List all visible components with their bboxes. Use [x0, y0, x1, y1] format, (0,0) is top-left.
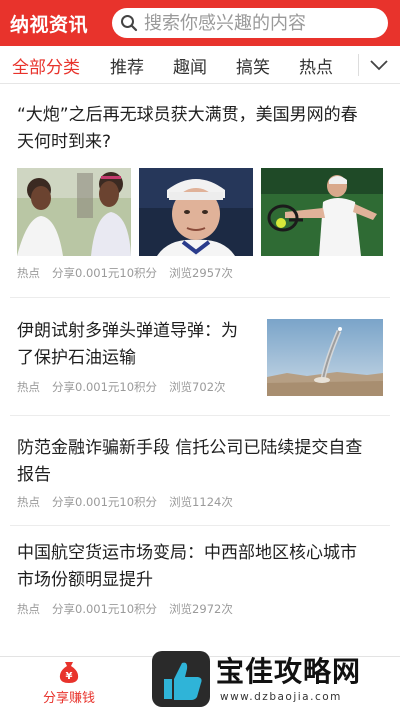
share-earn-label: 分享赚钱 — [42, 691, 95, 706]
article-views: 浏览2957次 — [169, 266, 233, 280]
article-item[interactable]: 防范金融诈骗新手段 信托公司已陆续提交自查 报告 热点 分享0.001元10积分浏… — [0, 416, 400, 526]
share-earn-tab[interactable]: ¥ 分享赚钱 — [30, 659, 108, 706]
article-meta: 热点 分享0.001元10积分 浏览702次 — [17, 379, 238, 395]
article-image-players — [17, 168, 131, 256]
tab-fun-news[interactable]: 趣闻 — [173, 53, 207, 78]
article-image-player-portrait — [139, 168, 253, 256]
article-share-reward: 分享0.001元10积分 — [52, 266, 158, 280]
article-item[interactable]: 中国航空货运市场变局：中西部地区核心城市 市场份额明显提升 热点 分享0.001元… — [0, 526, 400, 638]
money-bag-icon: ¥ — [59, 662, 79, 683]
search-box[interactable] — [112, 8, 388, 38]
article-image-forehand — [261, 168, 383, 256]
tab-divider — [358, 54, 359, 76]
article-views: 浏览702次 — [169, 380, 226, 394]
article-item[interactable]: 伊朗试射多弹头弹道导弹：为 了保护石油运输 热点 分享0.001元10积分 浏览70… — [0, 298, 400, 416]
article-share-reward: 分享0.001元10积分 — [52, 602, 158, 616]
article-title[interactable]: 中国航空货运市场变局：中西部地区核心城市 市场份额明显提升 — [17, 540, 392, 594]
article-image-missile-launch — [267, 319, 383, 396]
article-title[interactable]: 伊朗试射多弹头弹道导弹：为 了保护石油运输 — [17, 318, 262, 372]
article-share-reward: 分享0.001元10积分 — [52, 495, 158, 509]
search-input[interactable] — [144, 12, 384, 34]
watermark-text: 宝佳攻略网 — [216, 655, 362, 688]
article-title[interactable]: 防范金融诈骗新手段 信托公司已陆续提交自查 报告 — [17, 435, 392, 489]
article-tag: 热点 — [17, 602, 40, 616]
tab-funny[interactable]: 搞笑 — [236, 53, 270, 78]
article-title[interactable]: “大炮”之后再无球员获大满贯，美国男网的春 天何时到来? — [17, 102, 387, 156]
watermark-url: www.dzbaojia.com — [220, 691, 342, 703]
tab-recommended[interactable]: 推荐 — [110, 53, 144, 78]
article-share-reward: 分享0.001元10积分 — [52, 380, 158, 394]
article-meta: 热点 分享0.001元10积分 浏览2972次 — [17, 601, 245, 617]
article-meta: 热点 分享0.001元10积分 浏览2957次 — [17, 265, 245, 281]
article-tag: 热点 — [17, 380, 40, 394]
article-tag: 热点 — [17, 495, 40, 509]
app-title: 纳视资讯 — [10, 13, 89, 36]
tab-all-categories[interactable]: 全部分类 — [12, 53, 80, 78]
app-header: 纳视资讯 — [0, 0, 400, 46]
svg-text:¥: ¥ — [66, 671, 73, 682]
article-meta: 热点 分享0.001元10积分 浏览1124次 — [17, 494, 245, 510]
article-views: 浏览2972次 — [169, 602, 233, 616]
watermark: 宝佳攻略网 www.dzbaojia.com — [150, 648, 400, 711]
thumbs-up-logo-icon — [152, 651, 210, 707]
chevron-down-icon[interactable] — [368, 56, 390, 74]
article-views: 浏览1124次 — [169, 495, 233, 509]
article-item[interactable]: “大炮”之后再无球员获大满贯，美国男网的春 天何时到来? 热点 分享0.001元… — [0, 85, 400, 298]
tab-hot[interactable]: 热点 — [299, 53, 333, 78]
article-tag: 热点 — [17, 266, 40, 280]
search-icon — [121, 15, 138, 32]
category-tabs: 全部分类 推荐 趣闻 搞笑 热点 — [0, 46, 400, 84]
